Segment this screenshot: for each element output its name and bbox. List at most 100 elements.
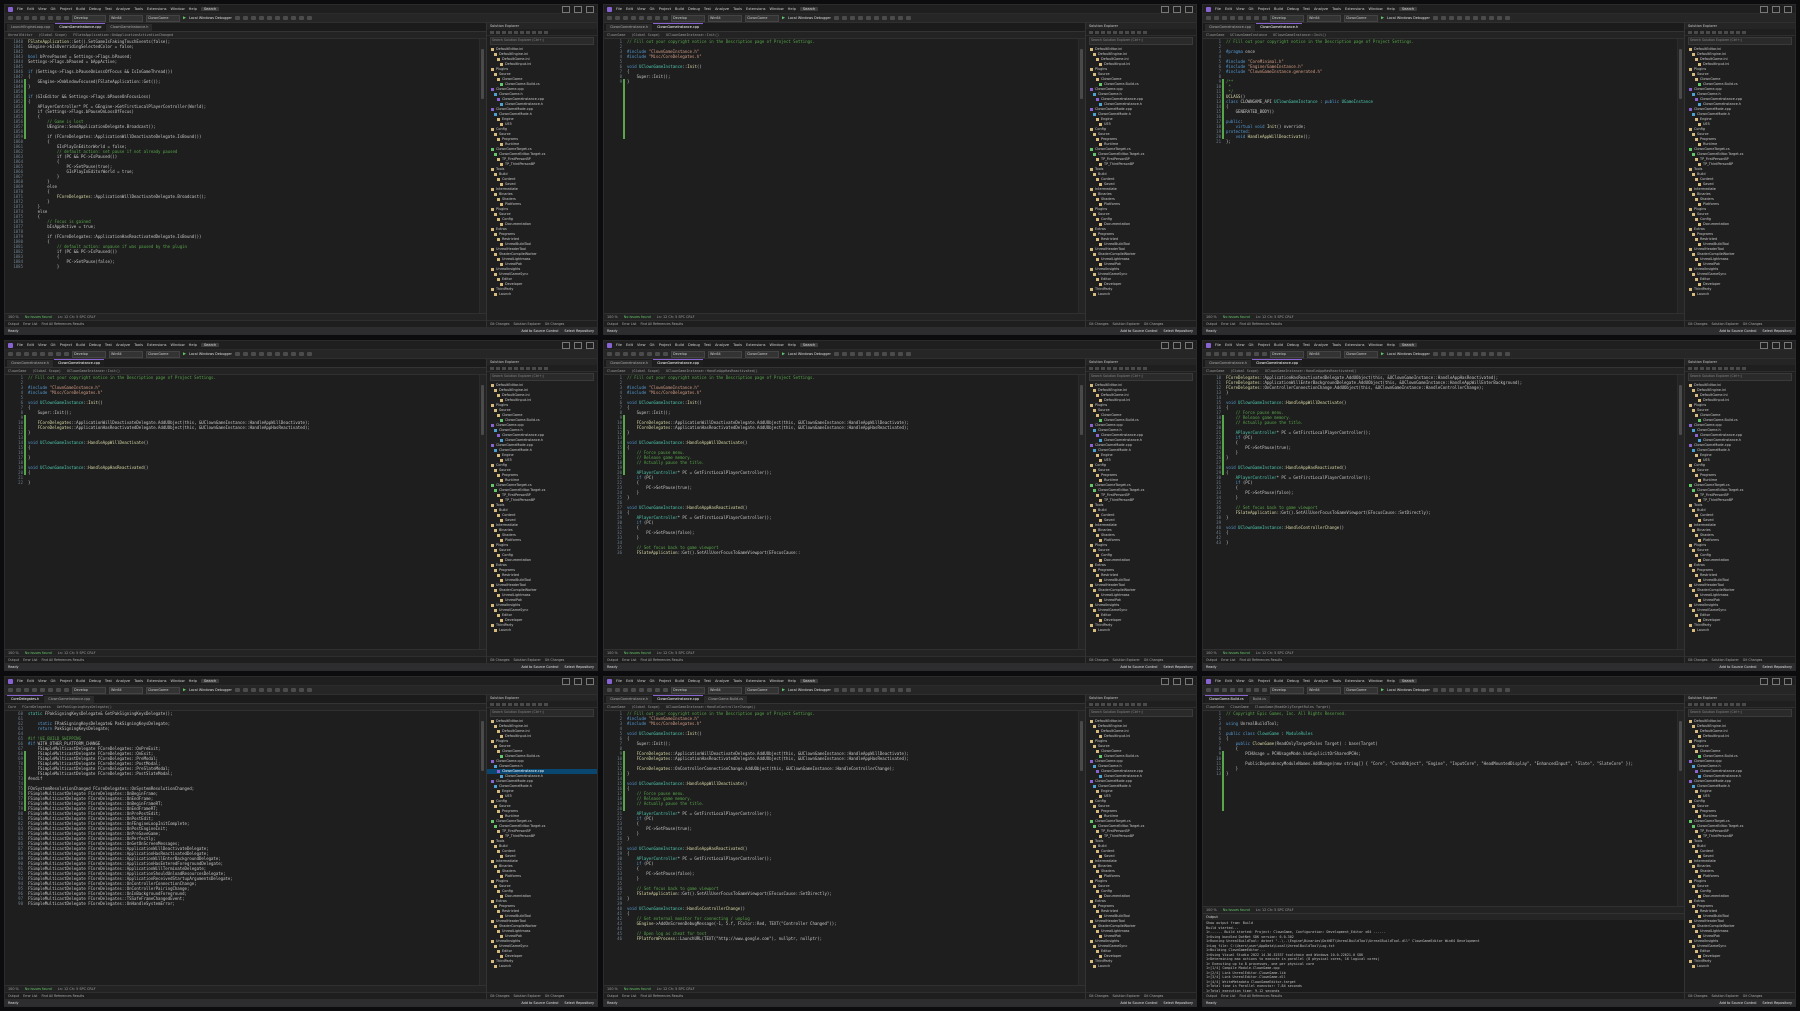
maximize-icon[interactable] xyxy=(574,341,582,349)
explorer-tool-icon[interactable] xyxy=(1119,702,1123,706)
explorer-tool-icon[interactable] xyxy=(526,30,530,34)
menu-item[interactable]: Test xyxy=(1303,343,1310,347)
toolbar-icon[interactable] xyxy=(889,16,895,20)
explorer-tool-icon[interactable] xyxy=(490,366,494,370)
menu-item[interactable]: Window xyxy=(1369,679,1383,683)
toolbar-icon[interactable] xyxy=(631,16,636,20)
run-button[interactable]: Local Windows Debugger xyxy=(788,688,831,692)
explorer-tab[interactable]: Solution Explorer xyxy=(1112,322,1139,326)
toolbar-icon[interactable] xyxy=(274,688,280,692)
explorer-tab[interactable]: Solution Explorer xyxy=(1112,994,1139,998)
run-button[interactable]: Local Windows Debugger xyxy=(1387,688,1430,692)
toolbar-icon[interactable] xyxy=(16,352,21,356)
close-icon[interactable] xyxy=(1784,677,1792,685)
tool-tab[interactable]: Error List xyxy=(23,658,37,662)
explorer-tool-icon[interactable] xyxy=(1736,366,1740,370)
code-line[interactable]: } xyxy=(1226,771,1677,776)
toolbar-icon[interactable] xyxy=(24,688,29,692)
play-icon[interactable]: ▶ xyxy=(782,351,785,357)
menu-item[interactable]: Test xyxy=(1303,679,1310,683)
explorer-tool-icon[interactable] xyxy=(1712,30,1716,34)
menu-item[interactable]: Test xyxy=(1303,7,1310,11)
code-lines[interactable]: static FPakSigningKeysDelegate& GetPakSi… xyxy=(26,711,479,985)
toolbar-icon[interactable] xyxy=(64,16,69,20)
nav-dropdown[interactable]: ClownGame xyxy=(1206,33,1224,37)
toolbar-icon[interactable] xyxy=(1480,16,1486,20)
menu-item[interactable]: Tools xyxy=(733,7,742,11)
code-line[interactable]: PublicDependencyModuleNames.AddRange(new… xyxy=(1226,761,1677,766)
menu-item[interactable]: Debug xyxy=(89,343,101,347)
tool-tab[interactable]: Output xyxy=(8,322,19,326)
menu-item[interactable]: Test xyxy=(105,679,112,683)
menu-item[interactable]: Git xyxy=(51,679,56,683)
menu-item[interactable]: Edit xyxy=(626,7,633,11)
tool-tab[interactable]: Output xyxy=(1206,658,1217,662)
minimize-icon[interactable] xyxy=(1161,341,1169,349)
tree-item[interactable]: Launch xyxy=(1086,292,1196,297)
nav-dropdown[interactable]: GetPakSigningKeysDelegate() xyxy=(57,705,112,709)
toolbar-icon[interactable] xyxy=(841,688,847,692)
menu-item[interactable]: Project xyxy=(1258,679,1270,683)
tree-item[interactable]: Launch xyxy=(1685,964,1795,969)
code-line[interactable]: FPlatformProcess::LaunchURL(TEXT("http:/… xyxy=(627,936,1078,941)
source-control-button[interactable]: Add to Source Control xyxy=(521,665,558,669)
toolbar-icon[interactable] xyxy=(655,16,660,20)
menu-item[interactable]: File xyxy=(616,343,622,347)
explorer-tool-icon[interactable] xyxy=(526,366,530,370)
document-tab[interactable]: ClownGameInstance.cpp xyxy=(1205,24,1256,31)
toolbar-icon[interactable] xyxy=(1246,688,1251,692)
maximize-icon[interactable] xyxy=(574,5,582,13)
tool-tab[interactable]: Find All References Results xyxy=(41,322,84,326)
tree-item[interactable]: Launch xyxy=(1086,964,1196,969)
explorer-tab[interactable]: Solution Explorer xyxy=(1711,658,1738,662)
menu-item[interactable]: File xyxy=(17,7,23,11)
menu-item[interactable]: Tools xyxy=(134,679,143,683)
toolbar-icon[interactable] xyxy=(1230,16,1235,20)
document-tab[interactable]: ClownGameInstance.cpp xyxy=(44,696,95,703)
document-tab[interactable]: ClownGameInstance.cpp xyxy=(1252,359,1303,367)
menu-item[interactable]: Edit xyxy=(27,7,34,11)
document-tab[interactable]: ClownGameInstance.h xyxy=(1256,23,1303,31)
menu-item[interactable]: Debug xyxy=(1287,343,1299,347)
explorer-tool-icon[interactable] xyxy=(514,366,518,370)
explorer-tool-icon[interactable] xyxy=(544,30,548,34)
select-repository-button[interactable]: Select Repository xyxy=(1762,1001,1792,1005)
toolbar-icon[interactable] xyxy=(631,688,636,692)
play-icon[interactable]: ▶ xyxy=(183,351,186,357)
explorer-tool-icon[interactable] xyxy=(520,702,524,706)
toolbar-icon[interactable] xyxy=(615,16,620,20)
toolbar-icon[interactable] xyxy=(1448,352,1454,356)
source-control-button[interactable]: Add to Source Control xyxy=(1719,665,1756,669)
nav-dropdown[interactable]: UnrealEditor xyxy=(8,33,33,37)
menu-item[interactable]: File xyxy=(616,679,622,683)
menu-item[interactable]: View xyxy=(1236,679,1245,683)
source-control-button[interactable]: Add to Source Control xyxy=(1120,1001,1157,1005)
explorer-tool-icon[interactable] xyxy=(1089,702,1093,706)
menu-item[interactable]: Test xyxy=(704,679,711,683)
vertical-scrollbar[interactable] xyxy=(1078,375,1085,649)
toolbar-icon[interactable] xyxy=(905,16,911,20)
explorer-search-input[interactable]: Search Solution Explorer (Ctrl+;) xyxy=(1688,373,1792,381)
toolbar-icon[interactable] xyxy=(1206,688,1211,692)
code-editor[interactable]: 60 61 62 63 64 65 66 67 68 69 70 71 72 73 74 75 76 77 78 79… xyxy=(5,711,486,985)
toolbar-icon[interactable] xyxy=(905,688,911,692)
toolbar-icon[interactable] xyxy=(40,688,45,692)
minimize-icon[interactable] xyxy=(1161,677,1169,685)
document-tab[interactable]: ClownGameInstance.h xyxy=(1205,360,1252,367)
vertical-scrollbar[interactable] xyxy=(1078,39,1085,313)
menu-item[interactable]: Build xyxy=(76,343,85,347)
code-line[interactable]: } xyxy=(28,480,479,485)
toolbar-icon[interactable] xyxy=(282,352,288,356)
explorer-tool-icon[interactable] xyxy=(1119,30,1123,34)
config-select[interactable]: Develop xyxy=(1270,14,1304,22)
vertical-scrollbar[interactable] xyxy=(1677,39,1684,313)
scrollbar-thumb[interactable] xyxy=(481,385,484,435)
run-button[interactable]: Local Windows Debugger xyxy=(189,352,232,356)
toolbar-icon[interactable] xyxy=(298,16,304,20)
menu-item[interactable]: Help xyxy=(189,343,197,347)
select-repository-button[interactable]: Select Repository xyxy=(564,665,594,669)
toolbar-icon[interactable] xyxy=(873,688,879,692)
toolbar-icon[interactable] xyxy=(607,688,612,692)
toolbar-icon[interactable] xyxy=(1206,352,1211,356)
explorer-tool-icon[interactable] xyxy=(1113,366,1117,370)
